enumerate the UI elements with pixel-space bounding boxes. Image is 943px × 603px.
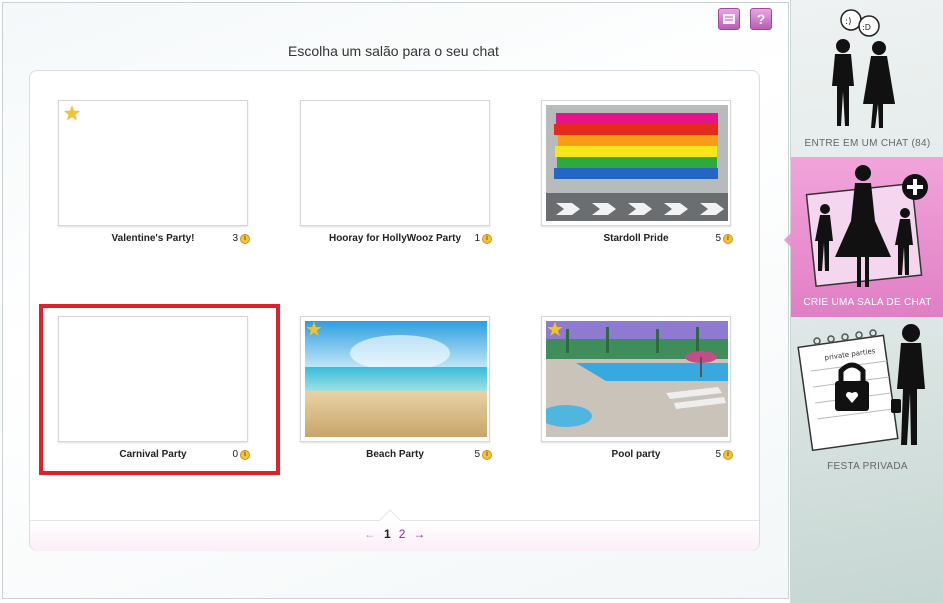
room-name: Pool party [611,449,661,460]
coin-icon: i [723,449,733,460]
create-chat-icon [805,165,928,288]
room-thumbnail[interactable] [541,100,731,226]
room-thumbnail[interactable]: ★ [58,100,248,226]
selection-highlight [39,304,280,475]
pool-image [542,321,728,437]
room-thumbnail[interactable]: ★ [300,316,490,442]
star-icon: ★ [546,319,564,341]
sidebar-item-private-party[interactable]: private parties FESTA PRIVADA [791,317,943,477]
room-count-value: 5 [715,449,721,460]
room-count-value: 5 [474,449,480,460]
pagination-notch [377,507,403,521]
room-thumbnail[interactable]: ★ [541,316,731,442]
top-icons: ? [718,8,772,30]
room-name: Valentine's Party! [111,233,195,244]
room-count: 3 i [232,233,250,244]
star-icon: ★ [63,103,81,125]
sidebar-item-label: FESTA PRIVADA [827,461,908,472]
star-icon: ★ [305,319,323,341]
active-tab-pointer [784,233,791,247]
room-thumbnail[interactable] [300,100,490,226]
room-count-value: 1 [474,233,480,244]
room-name: Stardoll Pride [603,233,669,244]
beach-image [305,321,487,437]
page-2-link[interactable]: 2 [399,527,406,541]
room-count: 5 i [474,449,492,460]
sidebar-item-label: ENTRE EM UM CHAT (84) [804,138,931,149]
coin-icon: i [482,449,492,460]
room-count: 1 i [474,233,492,244]
room-count: 5 i [715,233,733,244]
room-name: Beach Party [366,449,424,460]
room-count-value: 3 [232,233,238,244]
sidebar-item-label: CRIE UMA SALA DE CHAT [803,297,932,308]
room-count: 5 i [715,449,733,460]
page-1: 1 [384,527,391,541]
coin-icon: i [482,233,492,244]
svg-text::): :) [845,17,852,27]
room-name: Hooray for HollyWooz Party [328,233,462,244]
prev-page-icon[interactable]: ← [364,527,376,541]
private-party-calendar-icon: private parties [797,324,925,452]
sidebar-item-create-chat[interactable]: CRIE UMA SALA DE CHAT [791,157,943,317]
sidebar: :) :D ENTRE EM UM CHAT (84) CRIE UMA SAL… [784,0,943,603]
help-icon[interactable]: ? [750,8,772,30]
sidebar-item-join-chat[interactable]: :) :D ENTRE EM UM CHAT (84) [791,0,943,157]
messages-icon[interactable] [718,8,740,30]
pagination: ← 1 2 → [364,527,425,541]
page-title: Escolha um salão para o seu chat [288,43,499,59]
coin-icon: i [240,233,250,244]
next-page-icon[interactable]: → [413,527,425,541]
rainbow-wall-image [546,105,728,221]
room-count-value: 5 [715,233,721,244]
coin-icon: i [723,233,733,244]
svg-text::D: :D [862,23,871,32]
chat-silhouettes-icon: :) :D [832,9,895,128]
